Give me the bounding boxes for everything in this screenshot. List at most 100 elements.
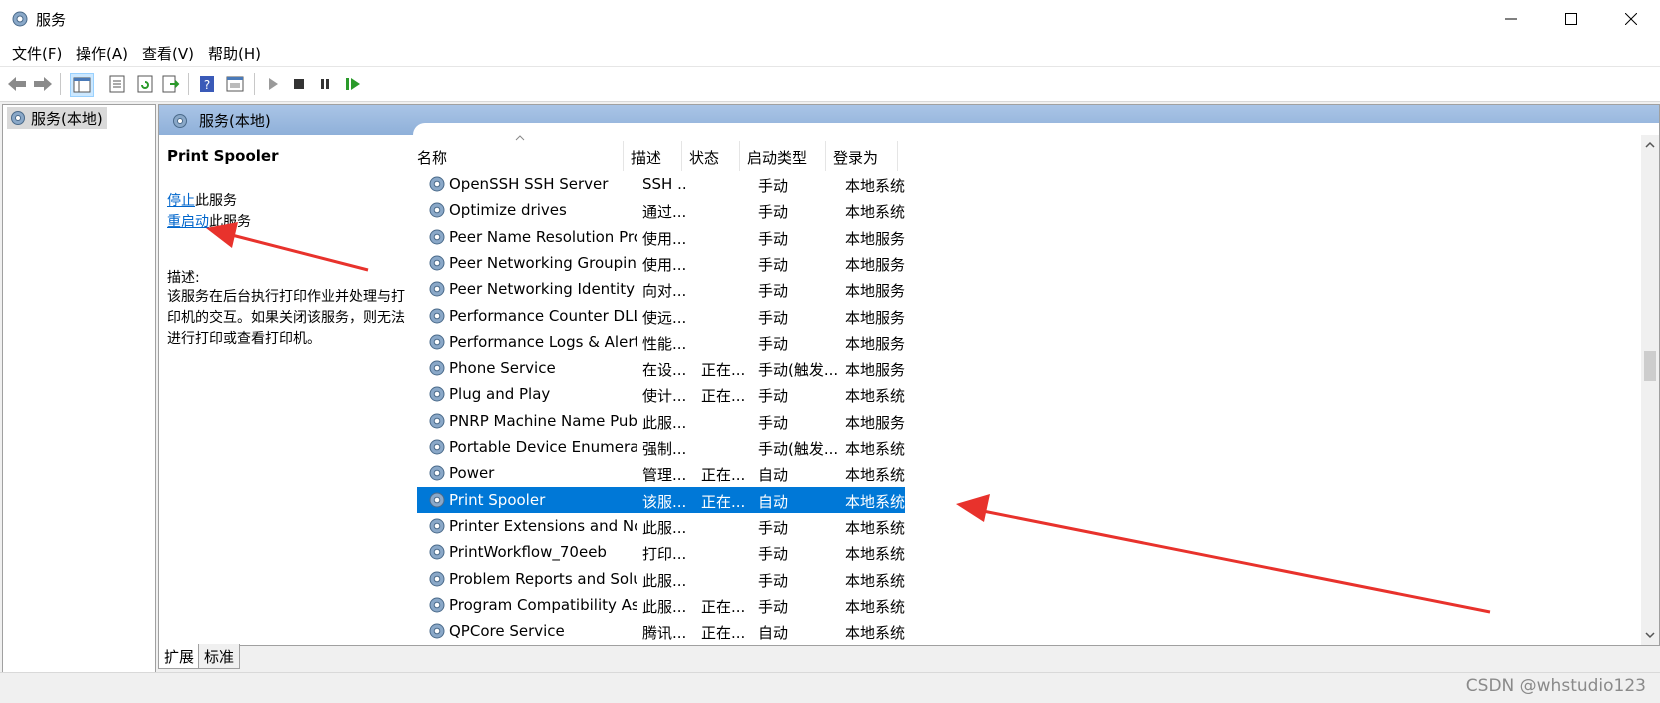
column-divider[interactable] [739, 141, 740, 171]
service-gear-icon [429, 255, 445, 271]
menu-help[interactable]: 帮助(H) [208, 43, 261, 64]
export-button[interactable] [160, 73, 182, 95]
service-name: PrintWorkflow_70eeb [449, 543, 607, 562]
menu-file[interactable]: 文件(F) [12, 43, 62, 64]
service-logon: 本地系统 [845, 492, 905, 511]
scroll-down-icon[interactable] [1644, 629, 1656, 641]
status-bar [0, 672, 1660, 703]
export-icon [162, 75, 180, 93]
start-service-button[interactable] [262, 73, 284, 95]
service-description: 强制... [642, 440, 687, 458]
service-row[interactable]: Print Spooler 该服... 正在... 自动 本地系统 [417, 486, 905, 513]
services-list[interactable]: 名称 描述 状态 启动类型 登录为 OpenSSH SSH Server SSH … [417, 135, 1639, 645]
back-button[interactable] [6, 73, 28, 95]
service-row[interactable]: PrintWorkflow_70eeb 打印... 手动 本地系统 [417, 539, 905, 565]
service-logon: 本地服务 [845, 308, 905, 327]
menu-action[interactable]: 操作(A) [76, 43, 128, 64]
service-row[interactable]: Peer Networking Identity ... 向对... 手动 本地服务 [417, 276, 905, 302]
tab-extended[interactable]: 扩展 [158, 644, 200, 669]
service-gear-icon [429, 334, 445, 350]
service-startup-type: 自动 [758, 466, 789, 485]
restart-service-link[interactable]: 重启动 [167, 214, 209, 230]
console-tree-button[interactable] [70, 73, 94, 97]
description-text: 该服务在后台执行打印作业并处理与打印机的交互。如果关闭该服务，则无法进行打印或查… [167, 289, 405, 347]
service-row[interactable]: Power 管理... 正在... 自动 本地系统 [417, 460, 905, 486]
minimize-button[interactable] [1482, 0, 1540, 38]
service-row[interactable]: Performance Counter DLL ... 使远... 手动 本地服务 [417, 303, 905, 329]
service-row[interactable]: Peer Name Resolution Pro... 使用... 手动 本地服务 [417, 224, 905, 250]
column-header-status[interactable]: 状态 [689, 147, 719, 171]
column-divider[interactable] [897, 141, 898, 171]
service-row[interactable]: Plug and Play 使计... 正在... 手动 本地系统 [417, 381, 905, 407]
service-row[interactable]: Printer Extensions and Noti... 此服... 手动 本地系… [417, 513, 905, 539]
service-gear-icon [429, 281, 445, 297]
column-header-name[interactable]: 名称 [417, 147, 447, 171]
service-gear-icon [429, 518, 445, 534]
tab-standard[interactable]: 标准 [198, 644, 240, 669]
service-gear-icon [429, 202, 445, 218]
service-startup-type: 手动 [758, 308, 789, 327]
vertical-scrollbar[interactable] [1641, 135, 1659, 645]
refresh-button[interactable] [134, 73, 156, 95]
service-row[interactable]: PNRP Machine Name Publ... 此服... 手动 本地服务 [417, 408, 905, 434]
service-row[interactable]: Portable Device Enumerat... 强制... 手动(触发...… [417, 434, 905, 460]
services-gear-icon [12, 11, 28, 27]
service-row[interactable]: Phone Service 在设... 正在... 手动(触发... 本地服务 [417, 355, 905, 381]
service-row[interactable]: Peer Networking Grouping 使用... 手动 本地服务 [417, 250, 905, 276]
pause-service-icon [321, 79, 329, 89]
svg-text:?: ? [204, 78, 210, 92]
properties-icon [109, 75, 125, 93]
service-name: Program Compatibility Assi... [449, 595, 637, 614]
forward-button[interactable] [32, 73, 54, 95]
column-divider[interactable] [825, 141, 826, 171]
service-row[interactable]: OpenSSH SSH Server SSH ... 手动 本地系统 [417, 171, 905, 197]
service-gear-icon [429, 465, 445, 481]
service-description: SSH ... [642, 175, 688, 193]
column-header-startup-type[interactable]: 启动类型 [747, 147, 807, 171]
column-header-description[interactable]: 描述 [631, 147, 661, 171]
properties-button[interactable] [106, 73, 128, 95]
column-divider[interactable] [681, 141, 682, 171]
stop-service-button[interactable] [288, 73, 310, 95]
service-logon: 本地系统 [845, 624, 905, 643]
service-name: PNRP Machine Name Publ... [449, 411, 637, 430]
service-startup-type: 手动 [758, 177, 789, 195]
service-row[interactable]: Performance Logs & Alerts 性能... 手动 本地服务 [417, 329, 905, 355]
column-header-logon[interactable]: 登录为 [833, 147, 878, 171]
start-service-icon [269, 78, 278, 90]
service-startup-type: 手动 [758, 518, 789, 537]
resume-service-button[interactable] [342, 73, 364, 95]
service-description: 此服... [642, 518, 687, 537]
toolbar-separator [254, 73, 255, 95]
main-header-title: 服务(本地) [171, 110, 271, 131]
refresh-icon [137, 75, 153, 93]
menu-view[interactable]: 查看(V) [142, 43, 194, 64]
stop-service-link[interactable]: 停止 [167, 193, 195, 209]
service-row[interactable]: Problem Reports and Solut... 此服... 手动 本地系统 [417, 566, 905, 592]
service-status: 正在... [701, 597, 746, 616]
column-divider[interactable] [623, 141, 624, 171]
scroll-up-icon[interactable] [1644, 139, 1656, 151]
service-logon: 本地系统 [845, 518, 905, 537]
help-button[interactable]: ? [196, 73, 218, 95]
menu-bar: 文件(F) 操作(A) 查看(V) 帮助(H) [0, 38, 1660, 66]
scroll-thumb[interactable] [1644, 351, 1656, 381]
sort-ascending-icon [515, 135, 525, 141]
service-startup-type: 手动 [758, 203, 789, 222]
view-tabs: 扩展 标准 [158, 644, 558, 670]
service-row[interactable]: Program Compatibility Assi... 此服... 正在... 手… [417, 592, 905, 618]
service-logon: 本地服务 [845, 413, 905, 432]
window-title: 服务 [36, 11, 67, 29]
service-startup-type: 自动 [758, 492, 789, 511]
service-logon: 本地系统 [845, 440, 905, 458]
close-button[interactable] [1602, 0, 1660, 38]
service-row[interactable]: QPCore Service 腾讯... 正在... 自动 本地系统 [417, 618, 905, 644]
main-pane: 服务(本地) Print Spooler 停止此服务 重启动此服务 描述: 该服… [158, 104, 1660, 646]
service-row[interactable]: Optimize drives 通过... 手动 本地系统 [417, 197, 905, 223]
console-tree: 服务(本地) [2, 104, 156, 674]
tree-item-services-local[interactable]: 服务(本地) [7, 107, 107, 129]
pause-service-button[interactable] [314, 73, 336, 95]
maximize-button[interactable] [1542, 0, 1600, 38]
service-name: Plug and Play [449, 385, 551, 404]
view-button[interactable] [224, 73, 246, 95]
